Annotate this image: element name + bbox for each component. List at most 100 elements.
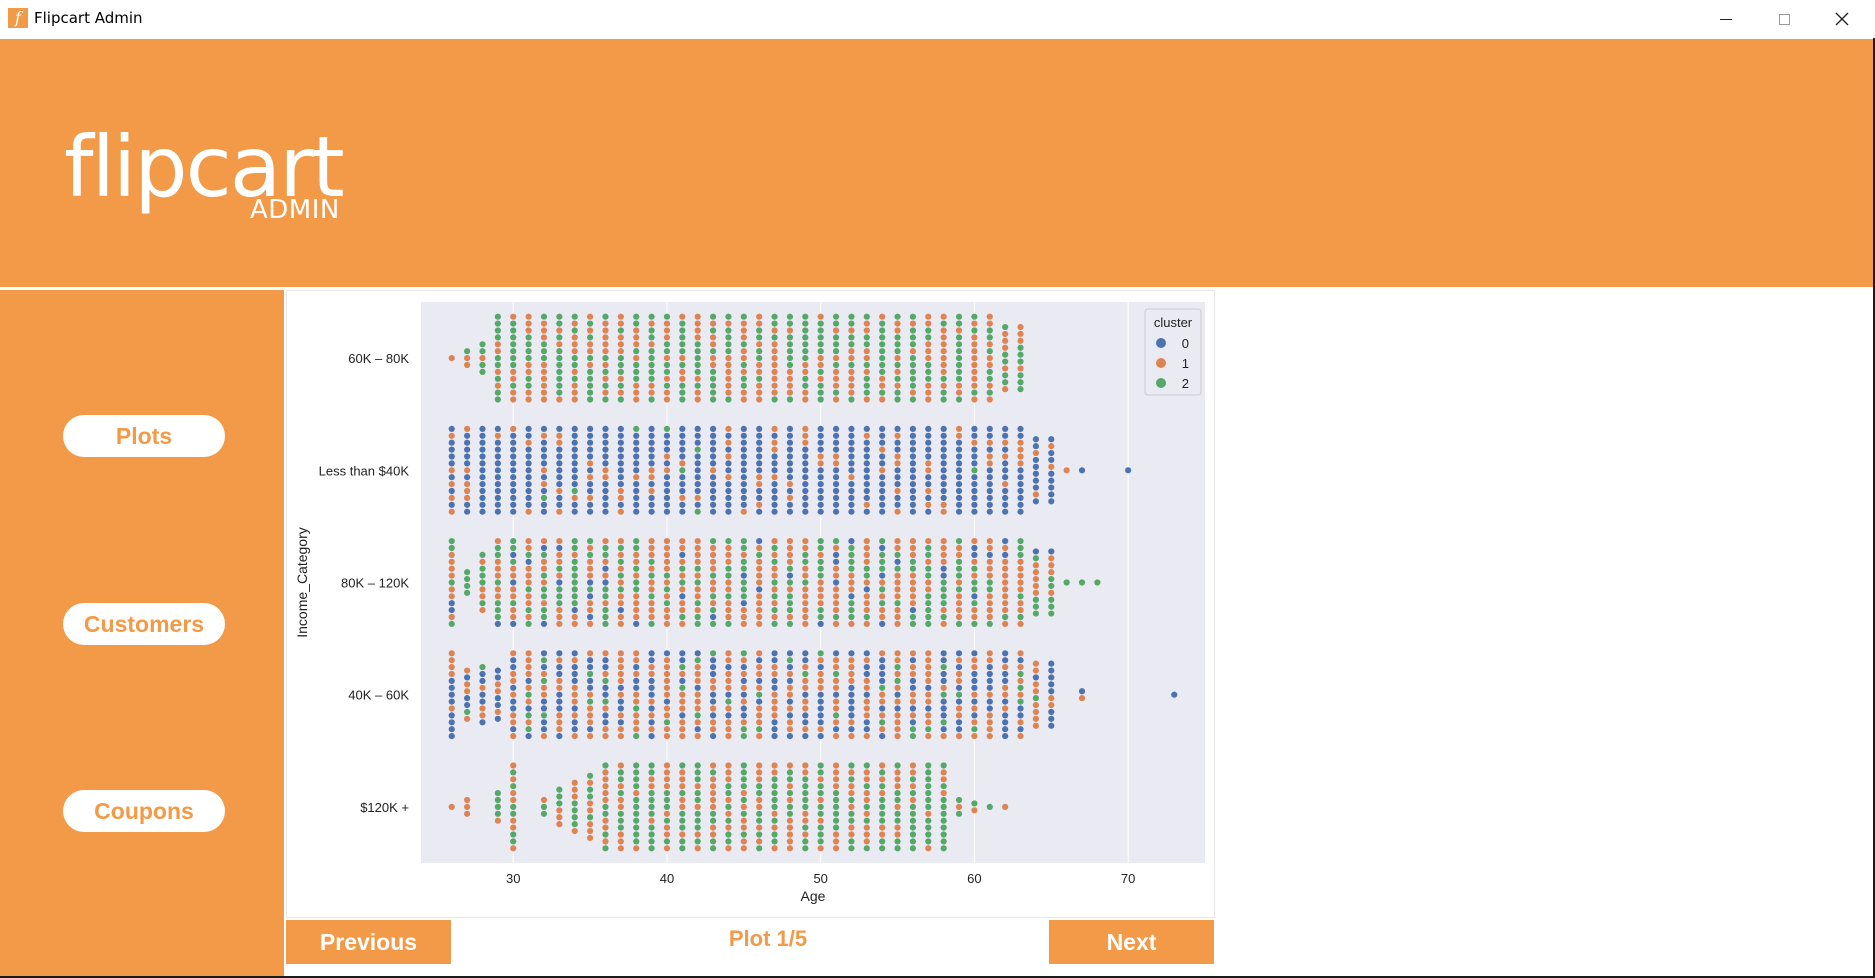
swarm-point	[586, 558, 594, 565]
swarm-point	[525, 670, 532, 678]
swarm-point	[1002, 439, 1009, 446]
swarm-point	[617, 803, 624, 811]
swarm-point	[709, 790, 717, 797]
swarm-point	[879, 769, 886, 776]
swarm-point	[602, 593, 609, 600]
swarm-point	[617, 613, 624, 621]
swarm-point	[709, 677, 717, 684]
swarm-point	[602, 538, 609, 545]
swarm-point	[817, 446, 824, 453]
swarm-point	[802, 719, 809, 726]
next-button[interactable]: Next	[1049, 920, 1214, 964]
swarm-point	[648, 481, 655, 488]
swarm-point	[571, 733, 578, 740]
swarm-point	[694, 538, 701, 545]
sidebar-item-customers[interactable]: Customers	[63, 603, 225, 645]
swarm-point	[1048, 610, 1055, 617]
swarm-point	[448, 664, 455, 671]
swarm-point	[925, 790, 932, 797]
swarm-point	[663, 481, 671, 488]
swarm-point	[786, 817, 794, 824]
close-button[interactable]	[1813, 0, 1871, 38]
swarm-point	[540, 396, 548, 403]
swarm-point	[694, 481, 701, 488]
swarm-point	[986, 565, 993, 572]
swarm-point	[540, 425, 548, 432]
swarm-point	[894, 796, 901, 804]
swarm-point	[556, 712, 563, 719]
swarm-point	[494, 715, 501, 722]
swarm-point	[617, 474, 624, 481]
swarm-point	[894, 620, 901, 627]
swarm-point	[1032, 477, 1040, 484]
swarm-point	[802, 664, 809, 671]
swarm-point	[479, 432, 486, 439]
swarm-point	[663, 565, 671, 572]
y-tick-label: 80K – 120K	[341, 576, 409, 591]
swarm-point	[1032, 456, 1040, 464]
swarm-point	[525, 613, 532, 621]
swarm-point	[648, 460, 655, 467]
swarm-point	[494, 667, 501, 674]
swarm-point	[510, 579, 517, 586]
swarm-point	[832, 776, 840, 783]
swarm-point	[694, 341, 701, 348]
swarm-point	[602, 501, 609, 508]
sidebar-item-plots[interactable]: Plots	[63, 415, 225, 457]
swarm-point	[740, 684, 747, 691]
swarm-point	[525, 341, 532, 348]
swarm-point	[448, 474, 455, 481]
swarm-point	[694, 446, 701, 453]
swarm-point	[1002, 544, 1009, 552]
swarm-point	[1048, 674, 1055, 681]
swarm-point	[986, 691, 993, 698]
swarm-point	[479, 719, 486, 726]
minimize-button[interactable]	[1697, 0, 1755, 38]
swarm-point	[1017, 650, 1024, 657]
swarm-point	[802, 327, 809, 334]
swarm-point	[894, 762, 901, 769]
swarm-point	[832, 396, 840, 403]
previous-button[interactable]: Previous	[286, 920, 451, 964]
swarm-point	[971, 544, 978, 552]
swarm-point	[633, 691, 640, 698]
swarm-point	[1063, 467, 1070, 474]
swarm-point	[771, 803, 778, 811]
swarm-point	[448, 453, 455, 460]
swarm-point	[633, 361, 640, 369]
swarm-point	[925, 620, 932, 627]
swarm-point	[802, 691, 809, 698]
swarm-point	[617, 558, 624, 565]
swarm-point	[556, 677, 563, 684]
swarm-point	[464, 501, 471, 508]
swarm-point	[1002, 657, 1009, 664]
swarm-point	[909, 382, 917, 389]
sidebar-item-coupons[interactable]: Coupons	[63, 790, 225, 832]
swarm-point	[464, 667, 471, 674]
maximize-button[interactable]	[1755, 0, 1813, 38]
swarm-point	[679, 733, 686, 740]
swarm-point	[633, 565, 640, 572]
swarm-point	[540, 572, 548, 579]
swarm-point	[925, 474, 932, 481]
swarm-point	[879, 327, 886, 334]
swarm-point	[571, 425, 578, 432]
swarm-point	[940, 389, 947, 396]
swarm-point	[663, 607, 671, 614]
swarm-point	[986, 481, 993, 488]
swarm-point	[879, 494, 886, 501]
swarm-point	[494, 382, 501, 389]
swarm-point	[479, 474, 486, 481]
swarm-point	[1002, 572, 1009, 579]
swarm-point	[894, 544, 901, 552]
swarm-point	[571, 698, 578, 705]
swarm-point	[709, 487, 717, 495]
swarm-point	[648, 600, 655, 607]
swarm-point	[663, 348, 671, 355]
swarm-point	[694, 432, 701, 439]
swarm-point	[925, 487, 932, 495]
swarm-point	[679, 783, 686, 790]
swarm-point	[1032, 449, 1040, 457]
swarm-point	[817, 313, 824, 320]
swarm-point	[525, 501, 532, 508]
